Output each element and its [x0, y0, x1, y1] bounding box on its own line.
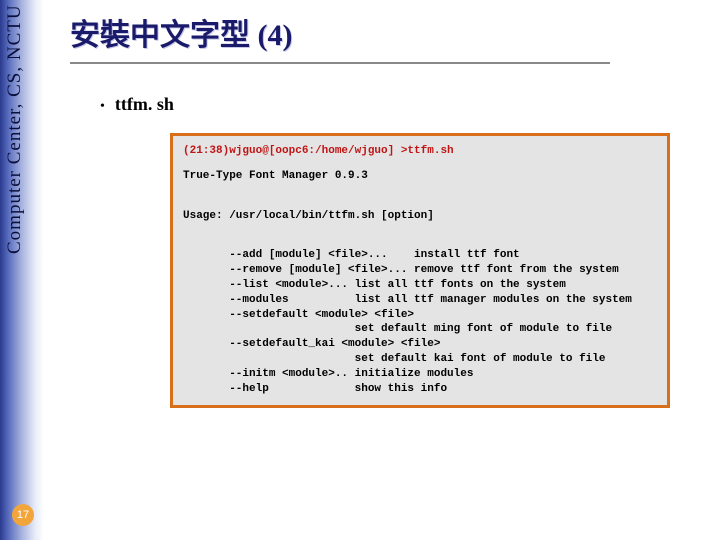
opt-setdefault-kai: --setdefault_kai <module> <file> — [183, 338, 440, 350]
opt-modules: --modules list all ttf manager modules o… — [183, 294, 632, 306]
list-item: • ttfm. sh — [100, 94, 700, 115]
opt-list: --list <module>... list all ttf fonts on… — [183, 279, 566, 291]
terminal-prompt: (21:38)wjguo@[oopc6:/home/wjguo] >ttfm.s… — [183, 145, 454, 157]
bullet-label: ttfm. sh — [115, 94, 174, 115]
terminal-output: (21:38)wjguo@[oopc6:/home/wjguo] >ttfm.s… — [170, 133, 670, 408]
page-title: 安裝中文字型 (4) — [70, 10, 610, 64]
opt-add: --add [module] <file>... install ttf fon… — [183, 249, 520, 261]
bullet-dot-icon: • — [100, 99, 105, 115]
opt-remove: --remove [module] <file>... remove ttf f… — [183, 264, 619, 276]
slide-content: 安裝中文字型 (4) • ttfm. sh (21:38)wjguo@[oopc… — [70, 10, 700, 408]
opt-help: --help show this info — [183, 383, 447, 395]
opt-setdefault-desc: set default ming font of module to file — [183, 323, 612, 335]
sidebar-gradient: Computer Center, CS, NCTU — [0, 0, 44, 540]
opt-setdefault: --setdefault <module> <file> — [183, 309, 414, 321]
bullet-list: • ttfm. sh — [100, 94, 700, 115]
terminal-options: --add [module] <file>... install ttf fon… — [183, 248, 657, 396]
terminal-app-line: True-Type Font Manager 0.9.3 — [183, 169, 657, 184]
org-label: Computer Center, CS, NCTU — [4, 4, 26, 334]
opt-setdefault-kai-desc: set default kai font of module to file — [183, 353, 605, 365]
opt-initm: --initm <module>.. initialize modules — [183, 368, 473, 380]
terminal-usage-line: Usage: /usr/local/bin/ttfm.sh [option] — [183, 209, 657, 224]
page-number-badge: 17 — [12, 504, 34, 526]
